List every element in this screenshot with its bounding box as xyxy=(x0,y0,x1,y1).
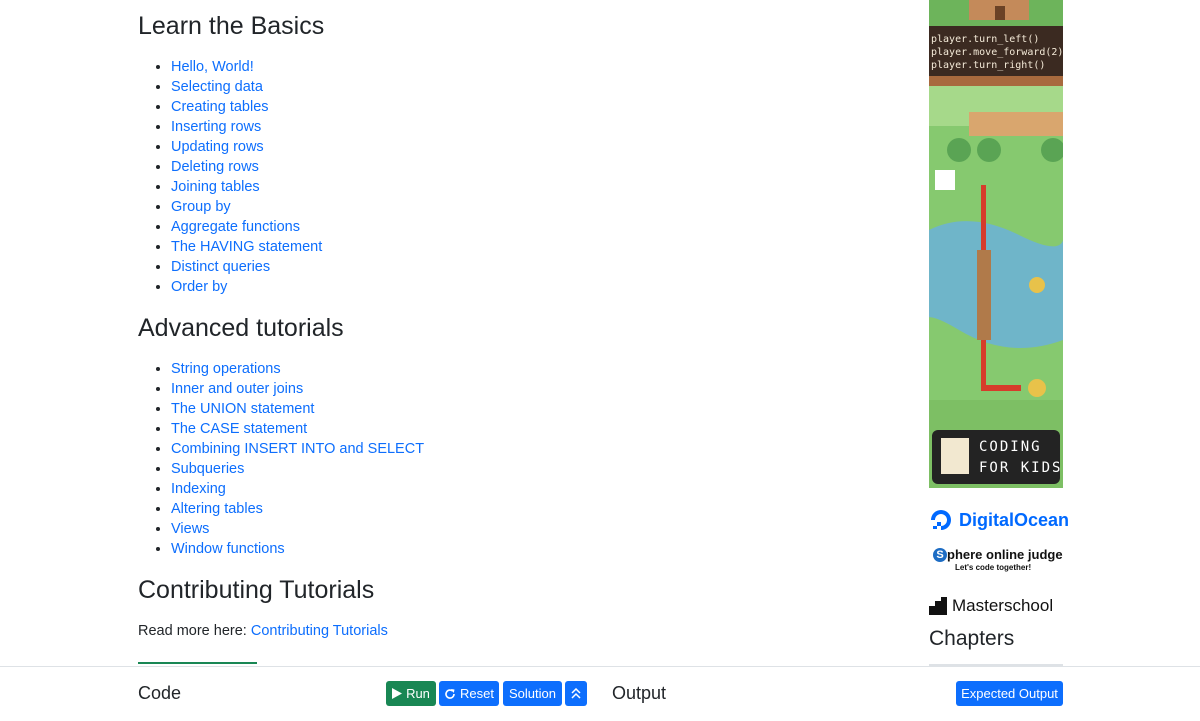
list-item: Combining INSERT INTO and SELECT xyxy=(171,439,424,459)
contributing-link[interactable]: Contributing Tutorials xyxy=(251,623,388,639)
masterschool-label: Masterschool xyxy=(952,596,1054,615)
advanced-list: String operations Inner and outer joins … xyxy=(138,359,424,559)
tutorial-link[interactable]: Inserting rows xyxy=(171,119,261,135)
solution-button[interactable]: Solution xyxy=(503,681,562,706)
basics-heading: Learn the Basics xyxy=(138,12,325,40)
tutorial-link[interactable]: Indexing xyxy=(171,481,226,497)
chapters-heading: Chapters xyxy=(929,627,1015,650)
advanced-heading: Advanced tutorials xyxy=(138,314,344,342)
masterschool-logo-icon xyxy=(929,597,947,615)
list-item: Order by xyxy=(171,277,322,297)
tab-underline xyxy=(138,662,257,664)
ad-code-line: player.turn_right() xyxy=(931,60,1046,71)
tutorial-link[interactable]: The CASE statement xyxy=(171,421,307,437)
tutorial-link[interactable]: Hello, World! xyxy=(171,59,254,75)
play-icon xyxy=(392,688,403,699)
list-item: The CASE statement xyxy=(171,419,424,439)
list-item: Creating tables xyxy=(171,97,322,117)
sponsor-sphere-online-judge[interactable]: S phere online judge Let's code together… xyxy=(933,547,1063,573)
list-item: Aggregate functions xyxy=(171,217,322,237)
tutorial-link[interactable]: Distinct queries xyxy=(171,259,270,275)
read-more-label: Read more here: xyxy=(138,623,247,639)
digitalocean-label: DigitalOcean xyxy=(959,509,1070,530)
tutorial-link[interactable]: Views xyxy=(171,521,209,537)
tutorial-link[interactable]: Deleting rows xyxy=(171,159,259,175)
list-item: Indexing xyxy=(171,479,424,499)
list-item: The UNION statement xyxy=(171,399,424,419)
expand-button[interactable] xyxy=(565,681,587,706)
list-item: Selecting data xyxy=(171,77,322,97)
ad-code-line: player.turn_left() xyxy=(931,34,1040,45)
list-item: Inserting rows xyxy=(171,117,322,137)
ad-badge-text: CODING FOR KIDS xyxy=(979,437,1062,479)
list-item: Views xyxy=(171,519,424,539)
tutorial-link[interactable]: Selecting data xyxy=(171,79,263,95)
tutorial-link[interactable]: Altering tables xyxy=(171,501,263,517)
list-item: Updating rows xyxy=(171,137,322,157)
list-item: Joining tables xyxy=(171,177,322,197)
list-item: Subqueries xyxy=(171,459,424,479)
ad-code-line: player.move_forward(2) xyxy=(931,47,1063,58)
ad-badge-line2: FOR KIDS xyxy=(979,460,1063,476)
tutorial-link[interactable]: Window functions xyxy=(171,541,285,557)
tutorial-link[interactable]: Creating tables xyxy=(171,99,269,115)
tutorial-link[interactable]: The UNION statement xyxy=(171,401,314,417)
list-item: Hello, World! xyxy=(171,57,322,77)
code-label: Code xyxy=(138,683,182,703)
sphere-name: phere online judge xyxy=(947,547,1063,562)
list-item: Group by xyxy=(171,197,322,217)
tutorial-link[interactable]: Group by xyxy=(171,199,231,215)
contributing-heading: Contributing Tutorials xyxy=(138,576,375,604)
list-item: Distinct queries xyxy=(171,257,322,277)
double-chevron-up-icon xyxy=(571,688,581,699)
sphere-title: S phere online judge xyxy=(933,547,1063,563)
expected-output-button[interactable]: Expected Output xyxy=(956,681,1063,706)
tutorial-link[interactable]: Order by xyxy=(171,279,227,295)
sphere-logo-icon: S xyxy=(933,548,947,562)
tutorial-link[interactable]: Inner and outer joins xyxy=(171,381,303,397)
game-ad-image xyxy=(929,0,1063,488)
tutorial-link[interactable]: Combining INSERT INTO and SELECT xyxy=(171,441,424,457)
editor-toolbar: Code Run Reset Solution Output Expected … xyxy=(0,666,1200,721)
sponsor-digitalocean[interactable]: DigitalOcean xyxy=(929,508,1069,532)
list-item: The HAVING statement xyxy=(171,237,322,257)
coding-for-kids-ad[interactable]: player.turn_left() player.move_forward(2… xyxy=(929,0,1063,488)
tutorial-link[interactable]: Joining tables xyxy=(171,179,260,195)
list-item: Inner and outer joins xyxy=(171,379,424,399)
ad-badge-line1: CODING xyxy=(979,439,1042,455)
sponsor-masterschool[interactable]: Masterschool xyxy=(929,596,1053,616)
list-item: String operations xyxy=(171,359,424,379)
list-item: Window functions xyxy=(171,539,424,559)
read-more-text: Read more here: Contributing Tutorials xyxy=(138,622,388,640)
tutorial-link[interactable]: The HAVING statement xyxy=(171,239,322,255)
refresh-icon xyxy=(445,688,455,699)
reset-button[interactable]: Reset xyxy=(439,681,499,706)
list-item: Deleting rows xyxy=(171,157,322,177)
run-button[interactable]: Run xyxy=(386,681,436,706)
tutorial-link[interactable]: String operations xyxy=(171,361,281,377)
output-label: Output xyxy=(612,683,667,703)
sphere-tagline: Let's code together! xyxy=(955,563,1032,572)
tutorial-link[interactable]: Aggregate functions xyxy=(171,219,300,235)
run-label: Run xyxy=(406,686,430,701)
list-item: Altering tables xyxy=(171,499,424,519)
ad-code-snippet: player.turn_left() player.move_forward(2… xyxy=(931,33,1063,72)
tutorial-link[interactable]: Updating rows xyxy=(171,139,264,155)
digitalocean-logo-icon xyxy=(931,510,951,530)
basics-list: Hello, World! Selecting data Creating ta… xyxy=(138,57,322,297)
reset-label: Reset xyxy=(460,686,494,701)
tutorial-link[interactable]: Subqueries xyxy=(171,461,244,477)
